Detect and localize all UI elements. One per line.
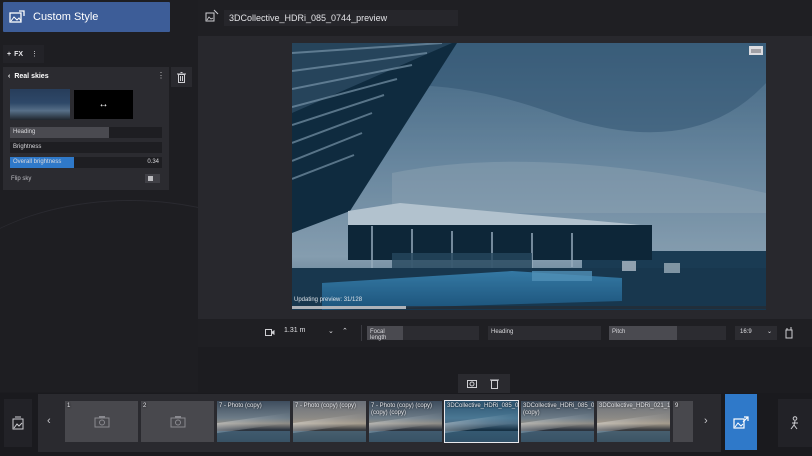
tile-name: 1 bbox=[67, 403, 71, 409]
person-walking-icon bbox=[790, 416, 798, 430]
filmstrip-tools bbox=[458, 374, 510, 394]
export-image-icon bbox=[733, 415, 749, 429]
filmstrip-tile[interactable]: 3DCollective_HDRi_085_0743_preview (copy… bbox=[521, 401, 594, 442]
pitch-fill: Pitch bbox=[609, 326, 677, 340]
gallery-button[interactable] bbox=[4, 399, 32, 447]
fx-label: FX bbox=[14, 50, 24, 58]
effect-card: ‹ Real skies ⋮ ↔ Heading Brightness Over… bbox=[3, 67, 169, 190]
tile-water-shape bbox=[597, 431, 670, 442]
tile-water-shape bbox=[217, 431, 290, 442]
chevron-down-icon: ⌄ bbox=[328, 328, 334, 335]
next-arrow-icon[interactable]: › bbox=[704, 415, 708, 427]
back-chevron-icon[interactable]: ‹ bbox=[8, 73, 10, 80]
prev-arrow-icon[interactable]: ‹ bbox=[47, 415, 51, 427]
image-edit-icon[interactable] bbox=[205, 9, 219, 23]
tile-name: 7 - Photo (copy) (copy) bbox=[295, 403, 357, 409]
brightness-slider-label: Brightness bbox=[13, 144, 42, 150]
tile-name: 9 bbox=[675, 403, 679, 409]
tile-name: 2 bbox=[143, 403, 147, 409]
delete-effect-button[interactable] bbox=[171, 67, 192, 87]
filmstrip-tile[interactable]: 3DCollective_HDRi_021_1636_pr bbox=[597, 401, 670, 442]
pitch-label: Pitch bbox=[612, 329, 626, 335]
add-fx-button[interactable]: + FX ⋮ bbox=[3, 45, 44, 63]
aspect-ratio-dropdown[interactable]: 16:9 ⌄ bbox=[735, 326, 777, 340]
image-preview[interactable] bbox=[292, 43, 766, 310]
heading-field[interactable]: Heading bbox=[488, 326, 601, 340]
effect-title: Real skies bbox=[14, 73, 49, 80]
file-name-field[interactable]: 3DCollective_HDRi_085_0744_preview bbox=[224, 10, 458, 26]
toolbar-divider bbox=[361, 325, 362, 341]
filmstrip-tile[interactable]: 9 bbox=[673, 401, 693, 442]
crop-icon[interactable] bbox=[784, 327, 794, 339]
custom-style-button[interactable]: Custom Style bbox=[3, 2, 170, 32]
preview-progress-fill bbox=[292, 306, 406, 309]
filmstrip-tile[interactable]: 3DCollective_HDRi_085_0744_preview bbox=[444, 400, 519, 443]
custom-style-label: Custom Style bbox=[33, 11, 99, 23]
trash-icon[interactable] bbox=[490, 378, 499, 389]
style-icon bbox=[9, 10, 25, 23]
flip-sky-toggle[interactable] bbox=[145, 174, 160, 183]
sky-thumbnail[interactable] bbox=[10, 89, 70, 120]
effect-header[interactable]: ‹ Real skies bbox=[8, 73, 49, 80]
tile-name: 7 - Photo (copy) (copy) (copy) (copy) bbox=[371, 403, 433, 416]
preview-status-text: Updating preview: 31/128 bbox=[294, 297, 363, 303]
brightness-slider[interactable]: Brightness bbox=[10, 142, 162, 153]
effect-menu-icon[interactable]: ⋮ bbox=[157, 71, 165, 80]
tile-name: 3DCollective_HDRi_085_0743_preview (copy… bbox=[523, 403, 594, 416]
rendered-scene bbox=[292, 43, 766, 310]
pitch-field[interactable]: Pitch bbox=[609, 326, 726, 340]
tile-water-shape bbox=[445, 431, 518, 442]
tile-water-shape bbox=[521, 431, 594, 442]
flip-sky-label: Flip sky bbox=[11, 176, 32, 182]
tile-name: 7 - Photo (copy) bbox=[219, 403, 262, 409]
chevron-down-icon: ⌄ bbox=[766, 329, 772, 335]
fx-menu-icon[interactable]: ⋮ bbox=[31, 50, 38, 58]
filmstrip-tile[interactable]: 7 - Photo (copy) (copy) (copy) (copy) bbox=[369, 401, 442, 442]
trash-icon bbox=[177, 71, 186, 83]
left-panel: Custom Style + FX ⋮ ‹ Real skies ⋮ ↔ Hea… bbox=[0, 0, 198, 392]
filmstrip-tile[interactable]: 2 bbox=[141, 401, 214, 442]
tile-name: 3DCollective_HDRi_021_1636_pr bbox=[599, 403, 670, 409]
swap-sky-button[interactable]: ↔ bbox=[74, 90, 133, 119]
overall-brightness-value: 0.34 bbox=[147, 159, 159, 165]
filmstrip-tile[interactable]: 7 - Photo (copy) bbox=[217, 401, 290, 442]
app-window: Custom Style + FX ⋮ ‹ Real skies ⋮ ↔ Hea… bbox=[0, 0, 812, 456]
walkthrough-button[interactable] bbox=[778, 399, 812, 447]
aspect-ratio-value: 16:9 bbox=[740, 329, 752, 335]
distance-value: 1.31 m bbox=[284, 327, 306, 334]
tile-name: 3DCollective_HDRi_085_0744_preview bbox=[447, 403, 518, 409]
plus-icon: + bbox=[7, 50, 12, 58]
export-button[interactable] bbox=[725, 394, 757, 450]
filmstrip-tile[interactable]: 7 - Photo (copy) (copy) bbox=[293, 401, 366, 442]
camera-icon bbox=[170, 416, 186, 428]
tile-water-shape bbox=[369, 431, 442, 442]
preview-progress-bar bbox=[292, 306, 766, 309]
fullscreen-icon[interactable] bbox=[749, 46, 763, 55]
filmstrip-tile[interactable]: 1 bbox=[65, 401, 138, 442]
heading-slider-label: Heading bbox=[13, 129, 36, 135]
focal-length-label: Focal length bbox=[370, 329, 387, 341]
focal-length-field[interactable]: Focal length bbox=[367, 326, 479, 341]
distance-dropdown[interactable]: 1.31 m ⌄ bbox=[284, 327, 339, 335]
gallery-icon bbox=[12, 416, 24, 430]
snapshot-camera-icon[interactable] bbox=[467, 379, 477, 388]
camera-icon bbox=[94, 416, 110, 428]
video-camera-icon bbox=[265, 329, 275, 336]
swap-arrows-icon: ↔ bbox=[98, 99, 109, 110]
tile-water-shape bbox=[293, 431, 366, 442]
overall-brightness-label: Overall brightness bbox=[13, 159, 62, 165]
heading-field-label: Heading bbox=[491, 329, 514, 335]
chevron-up-icon[interactable]: ⌃ bbox=[342, 327, 348, 335]
heading-slider[interactable]: Heading bbox=[10, 127, 162, 138]
overall-brightness-slider[interactable]: Overall brightness 0.34 bbox=[10, 157, 162, 168]
focal-length-fill: Focal length bbox=[367, 326, 403, 341]
